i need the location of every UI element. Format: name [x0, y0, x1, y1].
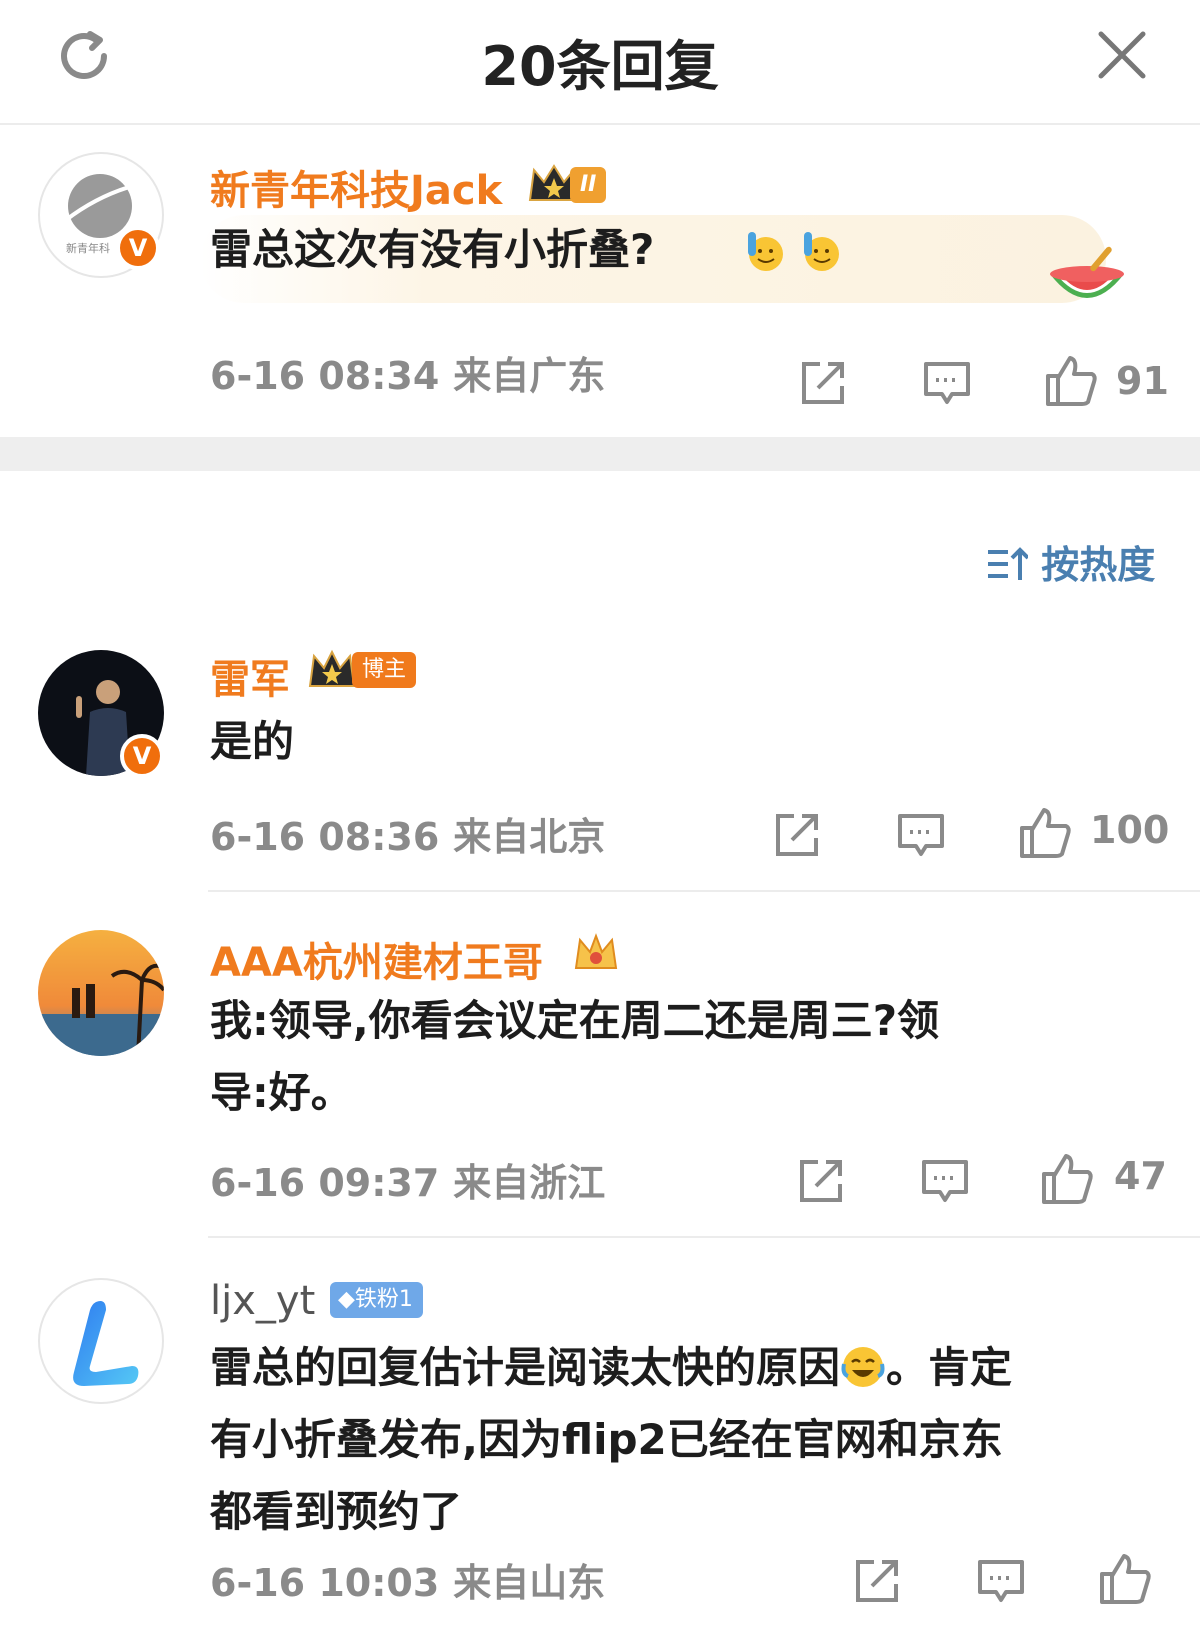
blogger-badge: 博主	[352, 652, 417, 688]
comment-text: 雷总的回复估计是阅读太快的原因 。肯定 有小折叠发布,因为flip2已经在官网和…	[210, 1332, 1180, 1548]
comment-time: 6-16 09:37	[210, 1161, 440, 1205]
like-icon[interactable]	[1040, 1152, 1094, 1206]
close-icon[interactable]	[1093, 26, 1151, 84]
fan-badge: ◆铁粉1	[330, 1282, 423, 1318]
comment-text-segment: 。肯定	[886, 1343, 1013, 1392]
crown-icon	[308, 649, 356, 687]
comment-text-segment: 雷总的回复估计是阅读太快的原因	[210, 1343, 841, 1392]
username[interactable]: ljx_yt	[210, 1278, 315, 1324]
page-title: 20条回复	[481, 35, 719, 98]
share-icon[interactable]	[852, 1556, 902, 1606]
share-icon[interactable]	[796, 1156, 846, 1206]
comment-icon[interactable]	[920, 1156, 970, 1206]
sort-icon	[988, 547, 1028, 580]
comment-icon[interactable]	[922, 358, 972, 408]
comment-text-line: 我:领导,你看会议定在周二还是周三?领	[210, 996, 940, 1045]
crown-icon	[574, 933, 618, 969]
comment-text: 我:领导,你看会议定在周二还是周三?领 导:好。	[210, 985, 1162, 1129]
comment-text: 是的	[210, 717, 295, 766]
username[interactable]: 新青年科技Jack	[210, 158, 502, 216]
header: 20条回复	[0, 0, 1200, 125]
like-count: 47	[1114, 1154, 1167, 1198]
comment-meta: 6-16 10:03 来自山东	[210, 1552, 605, 1607]
comment-text-line: 都看到预约了	[210, 1487, 463, 1536]
comment-meta: 6-16 09:37 来自浙江	[210, 1152, 605, 1207]
comment-location: 来自山东	[453, 1561, 606, 1605]
fan-badge-label: 铁粉1	[354, 1287, 413, 1312]
like-count: 100	[1090, 808, 1170, 852]
comment-icon[interactable]	[896, 810, 946, 860]
comment-location: 来自浙江	[453, 1161, 606, 1205]
raise-hand-emoji-icon	[748, 232, 839, 271]
username[interactable]: AAA杭州建材王哥	[210, 930, 543, 988]
watermelon-icon	[1050, 246, 1124, 298]
like-count: 91	[1116, 359, 1169, 403]
verified-badge: V	[116, 226, 160, 270]
comment-time: 6-16 08:36	[210, 815, 440, 859]
laugh-cry-emoji-icon	[841, 1347, 885, 1387]
divider	[208, 890, 1200, 892]
divider	[208, 1236, 1200, 1238]
like-icon[interactable]	[1044, 354, 1098, 408]
comment-text-line: 雷总的回复估计是阅读太快的原因 。肯定	[210, 1332, 1180, 1404]
comment-meta: 6-16 08:34 来自广东	[210, 345, 605, 400]
verified-badge: V	[120, 734, 164, 778]
comment-text-line: 导:好。	[210, 1068, 353, 1117]
avatar[interactable]	[38, 930, 164, 1056]
share-icon[interactable]	[772, 810, 822, 860]
diamond-icon: ◆	[338, 1287, 355, 1312]
level-badge: II	[570, 167, 607, 203]
comment-text-line: 有小折叠发布,因为flip2已经在官网和京东	[210, 1415, 1003, 1464]
comment-location: 来自北京	[453, 815, 606, 859]
sort-label: 按热度	[1041, 543, 1156, 587]
comment-text: 雷总这次有没有小折叠?	[210, 225, 655, 274]
comment-time: 6-16 08:34	[210, 354, 440, 398]
avatar[interactable]	[38, 1278, 164, 1404]
comment-icon[interactable]	[976, 1556, 1026, 1606]
comment-meta: 6-16 08:36 来自北京	[210, 806, 605, 861]
avatar-label: 新青年科	[66, 241, 110, 255]
username[interactable]: 雷军	[210, 647, 290, 705]
share-icon[interactable]	[798, 358, 848, 408]
section-divider	[0, 437, 1200, 471]
comment-time: 6-16 10:03	[210, 1561, 440, 1605]
like-icon[interactable]	[1018, 806, 1072, 860]
comment-location: 来自广东	[453, 354, 606, 398]
like-icon[interactable]	[1098, 1552, 1152, 1606]
sort-button[interactable]: 按热度	[986, 534, 1155, 589]
